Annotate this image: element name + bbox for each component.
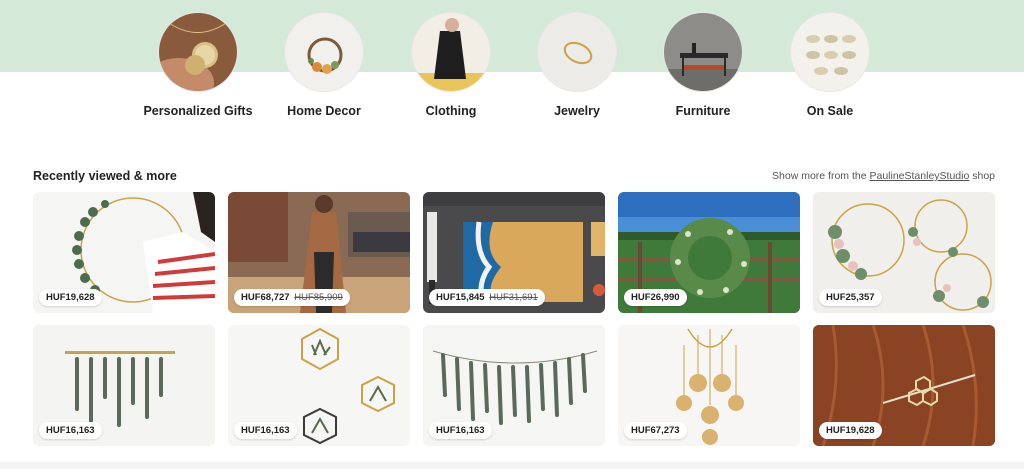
ring-photo-icon bbox=[537, 12, 617, 92]
shop-link[interactable]: PaulineStanleyStudio bbox=[869, 170, 969, 182]
category-label: Furniture bbox=[675, 104, 731, 118]
necklace-photo-icon bbox=[158, 12, 238, 92]
show-more-text: Show more from the PaulineStanleyStudio … bbox=[772, 170, 995, 182]
listing-card-wreath[interactable]: HUF26,990 bbox=[618, 192, 800, 313]
category-label: Personalized Gifts bbox=[143, 104, 253, 118]
price-tag: HUF19,628 bbox=[819, 422, 882, 439]
listing-card-hex-planters[interactable]: HUF16,163 bbox=[228, 325, 410, 446]
show-more-suffix: shop bbox=[969, 170, 995, 182]
category-label: On Sale bbox=[806, 104, 854, 118]
price: HUF25,357 bbox=[826, 292, 875, 303]
price-tag: HUF16,163 bbox=[39, 422, 102, 439]
price: HUF19,628 bbox=[826, 425, 875, 436]
price-tag: HUF15,845 HUF31,691 bbox=[429, 289, 545, 306]
price-tag: HUF16,163 bbox=[234, 422, 297, 439]
category-label: Home Decor bbox=[287, 104, 361, 118]
original-price: HUF85,909 bbox=[294, 292, 343, 303]
price-tag: HUF68,727 HUF85,909 bbox=[234, 289, 350, 306]
recently-viewed-title: Recently viewed & more bbox=[33, 169, 177, 183]
show-more-prefix: Show more from the bbox=[772, 170, 870, 182]
price-tag: HUF16,163 bbox=[429, 422, 492, 439]
clothing-photo-icon bbox=[411, 12, 491, 92]
category-clothing[interactable]: Clothing bbox=[396, 12, 506, 119]
category-label: Clothing bbox=[425, 104, 477, 118]
category-on-sale[interactable]: On Sale bbox=[775, 12, 885, 119]
price-tag: HUF26,990 bbox=[624, 289, 687, 306]
listing-card-eucalyptus-garland[interactable]: HUF16,163 bbox=[423, 325, 605, 446]
price: HUF16,163 bbox=[46, 425, 95, 436]
listing-card-resin-board[interactable]: HUF15,845 HUF31,691 bbox=[423, 192, 605, 313]
listing-card-leaf-mobile[interactable]: HUF67,273 bbox=[618, 325, 800, 446]
price-tag: HUF19,628 bbox=[39, 289, 102, 306]
price: HUF15,845 bbox=[436, 292, 485, 303]
listing-card-floral-hoops[interactable]: HUF25,357 bbox=[813, 192, 995, 313]
price: HUF19,628 bbox=[46, 292, 95, 303]
listing-card-coat[interactable]: HUF68,727 HUF85,909 bbox=[228, 192, 410, 313]
listing-card-eucalyptus-hoop[interactable]: HUF19,628 bbox=[33, 192, 215, 313]
price: HUF26,990 bbox=[631, 292, 680, 303]
price-tag: HUF67,273 bbox=[624, 422, 687, 439]
category-personalized-gifts[interactable]: Personalized Gifts bbox=[143, 12, 253, 119]
table-photo-icon bbox=[663, 12, 743, 92]
category-furniture[interactable]: Furniture bbox=[648, 12, 758, 119]
original-price: HUF31,691 bbox=[489, 292, 538, 303]
category-home-decor[interactable]: Home Decor bbox=[269, 12, 379, 119]
price: HUF16,163 bbox=[241, 425, 290, 436]
price-tag: HUF25,357 bbox=[819, 289, 882, 306]
section-divider bbox=[0, 462, 1024, 469]
listing-card-hair-pin[interactable]: HUF19,628 bbox=[813, 325, 995, 446]
category-jewelry[interactable]: Jewelry bbox=[522, 12, 632, 119]
category-label: Jewelry bbox=[554, 104, 600, 118]
sale-photo-icon bbox=[790, 12, 870, 92]
price: HUF68,727 bbox=[241, 292, 290, 303]
listing-card-eucalyptus-hanging[interactable]: HUF16,163 bbox=[33, 325, 215, 446]
price: HUF67,273 bbox=[631, 425, 680, 436]
wreath-photo-icon bbox=[284, 12, 364, 92]
price: HUF16,163 bbox=[436, 425, 485, 436]
category-row: Personalized Gifts Home Decor Clothing J… bbox=[0, 12, 1024, 142]
